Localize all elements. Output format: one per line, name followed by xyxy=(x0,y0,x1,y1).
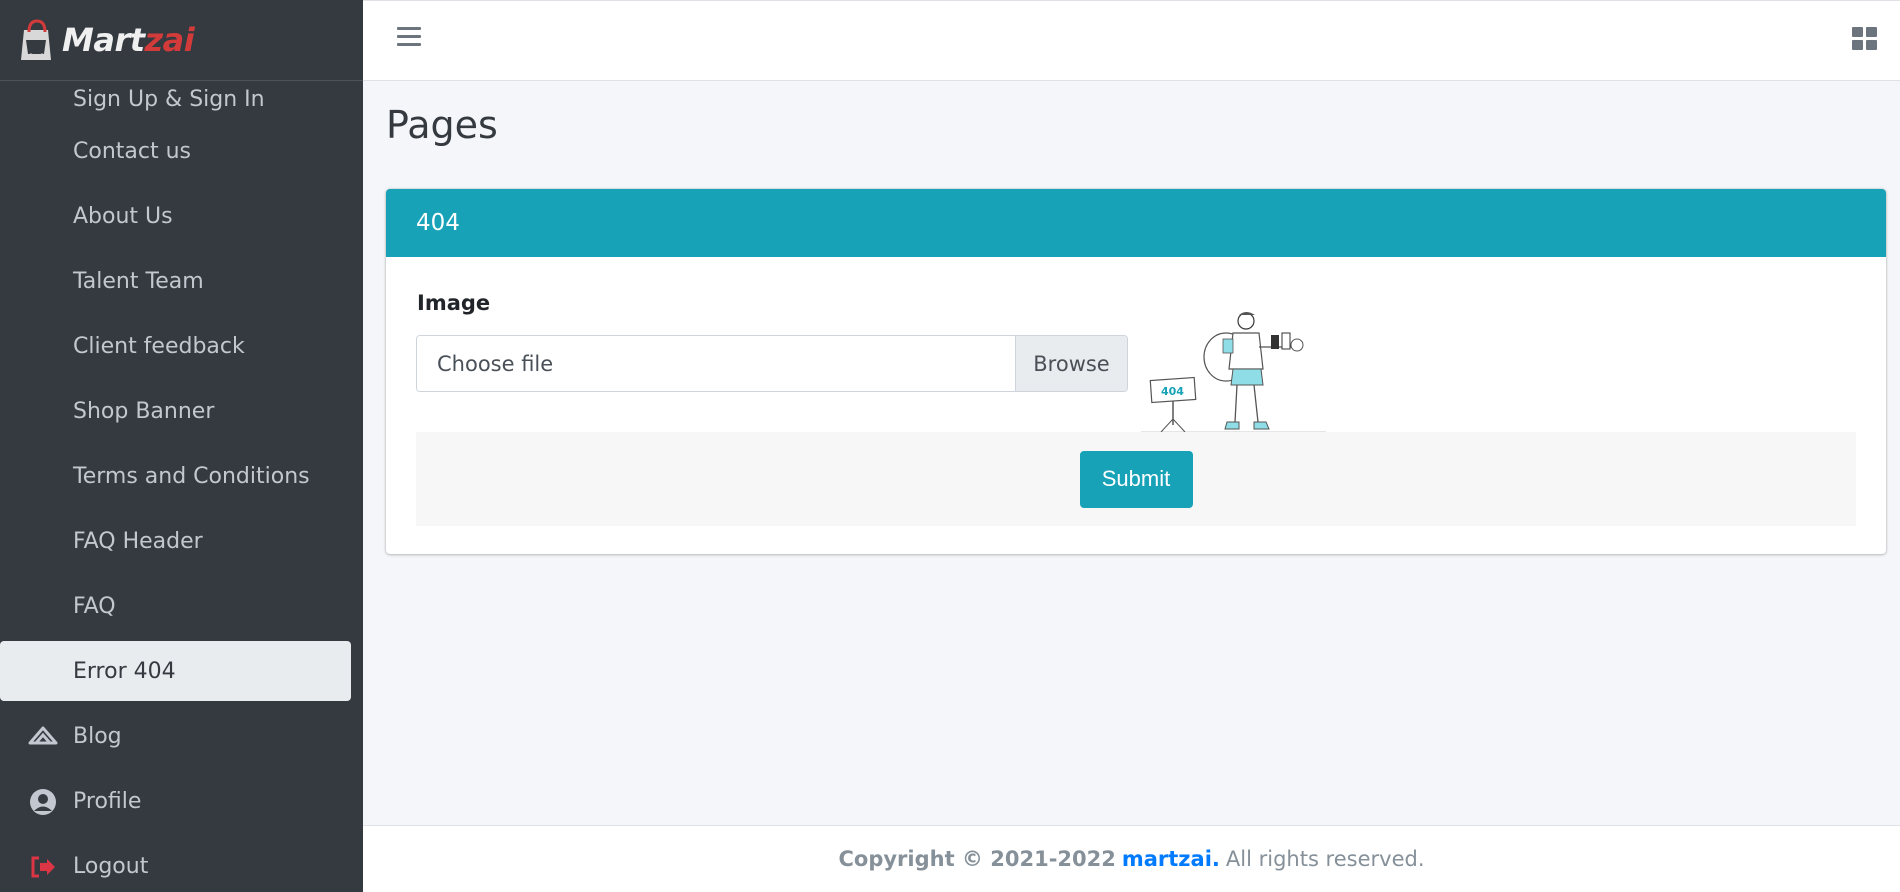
sidebar-item-label: Logout xyxy=(73,854,149,879)
sidebar-item-label: Sign Up & Sign In xyxy=(73,87,265,112)
footer-brand-link[interactable]: martzai. xyxy=(1122,847,1220,871)
hamburger-icon[interactable] xyxy=(397,27,421,49)
sidebar-item-label: About Us xyxy=(73,204,173,229)
main-footer: Copyright © 2021-2022 martzai. All right… xyxy=(363,825,1900,892)
sidebar-item-faq-header[interactable]: FAQ Header xyxy=(0,509,363,574)
blog-icon xyxy=(28,722,58,752)
brand-name: Martzai xyxy=(62,21,195,59)
sign-text: 404 xyxy=(1161,385,1184,398)
sidebar-item-label: Terms and Conditions xyxy=(73,464,310,489)
sidebar-item-contact-us[interactable]: Contact us xyxy=(0,119,363,184)
submit-button[interactable]: Submit xyxy=(1079,450,1193,508)
page-title: Pages xyxy=(386,103,498,147)
copyright-text: Copyright © 2021-2022 xyxy=(838,847,1116,871)
sidebar-item-label: Profile xyxy=(73,789,142,814)
sidebar-item-shop-banner[interactable]: Shop Banner xyxy=(0,379,363,444)
file-input-placeholder[interactable]: Choose file xyxy=(417,336,1015,391)
sidebar-item-logout[interactable]: Logout xyxy=(0,834,363,892)
user-circle-icon xyxy=(28,787,58,817)
brand-name-part1: Mart xyxy=(62,21,145,59)
sidebar-item-profile[interactable]: Profile xyxy=(0,769,363,834)
browse-button[interactable]: Browse xyxy=(1015,336,1127,391)
sidebar-item-error-404[interactable]: Error 404 xyxy=(0,641,351,701)
card-footer: Submit xyxy=(416,432,1856,526)
sidebar-nav: Sign Up & Sign In Contact us About Us Ta… xyxy=(0,81,363,892)
sidebar-item-label: Blog xyxy=(73,724,122,749)
sidebar-item-label: Error 404 xyxy=(73,658,176,684)
error-404-preview-image: 404 xyxy=(1141,312,1326,433)
sidebar-item-label: Shop Banner xyxy=(73,399,215,424)
sidebar-item-talent-team[interactable]: Talent Team xyxy=(0,249,363,314)
sidebar-item-terms-and-conditions[interactable]: Terms and Conditions xyxy=(0,444,363,509)
image-file-input[interactable]: Choose file Browse xyxy=(416,335,1128,392)
brand-name-part2: zai xyxy=(144,21,195,59)
error-404-card: 404 Image Choose file Browse 404 Submit xyxy=(386,189,1886,554)
sidebar-item-label: FAQ Header xyxy=(73,529,203,554)
sidebar-item-label: Talent Team xyxy=(73,269,204,294)
sidebar-item-about-us[interactable]: About Us xyxy=(0,184,363,249)
sidebar-item-label: Contact us xyxy=(73,139,191,164)
logout-icon xyxy=(28,852,58,882)
sidebar-item-label: Client feedback xyxy=(73,334,245,359)
sidebar-item-client-feedback[interactable]: Client feedback xyxy=(0,314,363,379)
brand-link[interactable]: Martzai xyxy=(0,0,363,81)
sidebar-item-label: FAQ xyxy=(73,594,116,619)
brand-logo-icon xyxy=(21,19,51,60)
content-wrapper: Pages 404 Image Choose file Browse 404 S… xyxy=(363,81,1900,825)
sidebar-item-blog[interactable]: Blog xyxy=(0,704,363,769)
top-navbar xyxy=(363,0,1900,81)
sidebar: Martzai Sign Up & Sign In Contact us Abo… xyxy=(0,0,363,892)
sidebar-item-sign-up-sign-in[interactable]: Sign Up & Sign In xyxy=(0,81,363,119)
rights-text: All rights reserved. xyxy=(1225,847,1425,871)
image-field-label: Image xyxy=(417,291,491,315)
sidebar-item-faq[interactable]: FAQ xyxy=(0,574,363,639)
grid-icon[interactable] xyxy=(1852,27,1878,51)
card-header: 404 xyxy=(386,189,1886,257)
card-title: 404 xyxy=(416,210,460,236)
